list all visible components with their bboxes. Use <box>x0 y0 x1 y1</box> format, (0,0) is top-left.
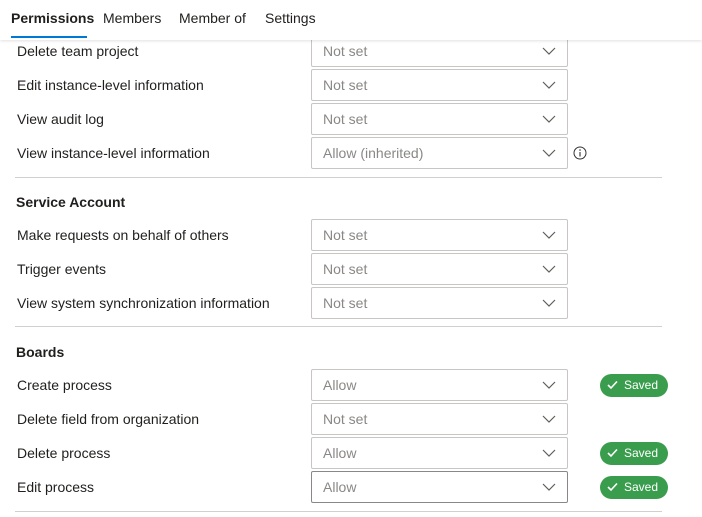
permission-row: View audit log Not set <box>0 102 702 136</box>
permission-row: View instance-level information Allow (i… <box>0 136 702 170</box>
chevron-down-icon <box>542 415 556 423</box>
dropdown-value: Allow <box>323 479 357 495</box>
permission-row: Delete field from organization Not set <box>0 402 702 436</box>
permission-row: Make requests on behalf of others Not se… <box>0 218 702 252</box>
dropdown-value: Allow <box>323 377 357 393</box>
permission-row: Edit instance-level information Not set <box>0 68 702 102</box>
permission-label: Delete field from organization <box>17 411 200 427</box>
permission-row: Trigger events Not set <box>0 252 702 286</box>
permission-label: View audit log <box>17 111 104 127</box>
permission-dropdown[interactable]: Allow <box>311 369 568 401</box>
checkmark-icon <box>607 448 618 458</box>
saved-badge-label: Saved <box>624 378 659 392</box>
dropdown-value: Not set <box>323 43 368 59</box>
saved-badge: Saved <box>600 476 668 499</box>
permission-label: Create process <box>17 377 112 393</box>
tab-permissions[interactable]: Permissions <box>11 0 94 40</box>
chevron-down-icon <box>542 483 556 491</box>
chevron-down-icon <box>542 115 556 123</box>
checkmark-icon <box>607 482 618 492</box>
permission-dropdown[interactable]: Not set <box>311 69 568 101</box>
permission-row: View system synchronization information … <box>0 286 702 320</box>
permission-label: Edit process <box>17 479 95 495</box>
permission-label: Delete process <box>17 445 111 461</box>
permission-row: Delete process Allow Saved <box>0 436 702 470</box>
permission-dropdown[interactable]: Not set <box>311 103 568 135</box>
checkmark-icon <box>607 380 618 390</box>
dropdown-value: Not set <box>323 411 368 427</box>
chevron-down-icon <box>542 449 556 457</box>
section-divider <box>15 326 662 327</box>
dropdown-value: Not set <box>323 295 368 311</box>
chevron-down-icon <box>542 381 556 389</box>
chevron-down-icon <box>542 231 556 239</box>
permission-dropdown[interactable]: Not set <box>311 219 568 251</box>
permission-dropdown[interactable]: Allow <box>311 471 568 503</box>
saved-badge: Saved <box>600 374 668 397</box>
saved-badge: Saved <box>600 442 668 465</box>
info-icon[interactable] <box>573 146 587 160</box>
chevron-down-icon <box>542 149 556 157</box>
permission-row: Edit process Allow Saved <box>0 470 702 504</box>
permission-label: View instance-level information <box>17 145 210 161</box>
section-title-service-account: Service Account <box>16 194 126 210</box>
section-divider <box>15 177 662 178</box>
dropdown-value: Allow (inherited) <box>323 145 424 161</box>
permissions-panel: Delete team project Not set Edit instanc… <box>0 35 702 517</box>
tab-member-of[interactable]: Member of <box>179 0 246 40</box>
chevron-down-icon <box>542 299 556 307</box>
permission-dropdown[interactable]: Allow (inherited) <box>311 137 568 169</box>
tab-bar: Permissions Members Member of Settings <box>0 0 702 40</box>
permission-dropdown[interactable]: Not set <box>311 287 568 319</box>
chevron-down-icon <box>542 265 556 273</box>
dropdown-value: Not set <box>323 227 368 243</box>
tab-settings[interactable]: Settings <box>265 0 316 40</box>
tab-members[interactable]: Members <box>103 0 161 40</box>
permission-row: Create process Allow Saved <box>0 368 702 402</box>
saved-badge-label: Saved <box>624 446 659 460</box>
dropdown-value: Allow <box>323 445 357 461</box>
chevron-down-icon <box>542 81 556 89</box>
permission-label: Edit instance-level information <box>17 77 204 93</box>
saved-badge-label: Saved <box>624 480 659 494</box>
permission-label: Make requests on behalf of others <box>17 227 229 243</box>
dropdown-value: Not set <box>323 111 368 127</box>
permission-dropdown[interactable]: Not set <box>311 253 568 285</box>
dropdown-value: Not set <box>323 261 368 277</box>
dropdown-value: Not set <box>323 77 368 93</box>
permission-label: Trigger events <box>17 261 106 277</box>
permission-label: View system synchronization information <box>17 295 270 311</box>
chevron-down-icon <box>542 47 556 55</box>
permission-dropdown[interactable]: Allow <box>311 437 568 469</box>
permission-dropdown[interactable]: Not set <box>311 403 568 435</box>
section-title-boards: Boards <box>16 344 65 360</box>
section-divider <box>15 511 662 512</box>
